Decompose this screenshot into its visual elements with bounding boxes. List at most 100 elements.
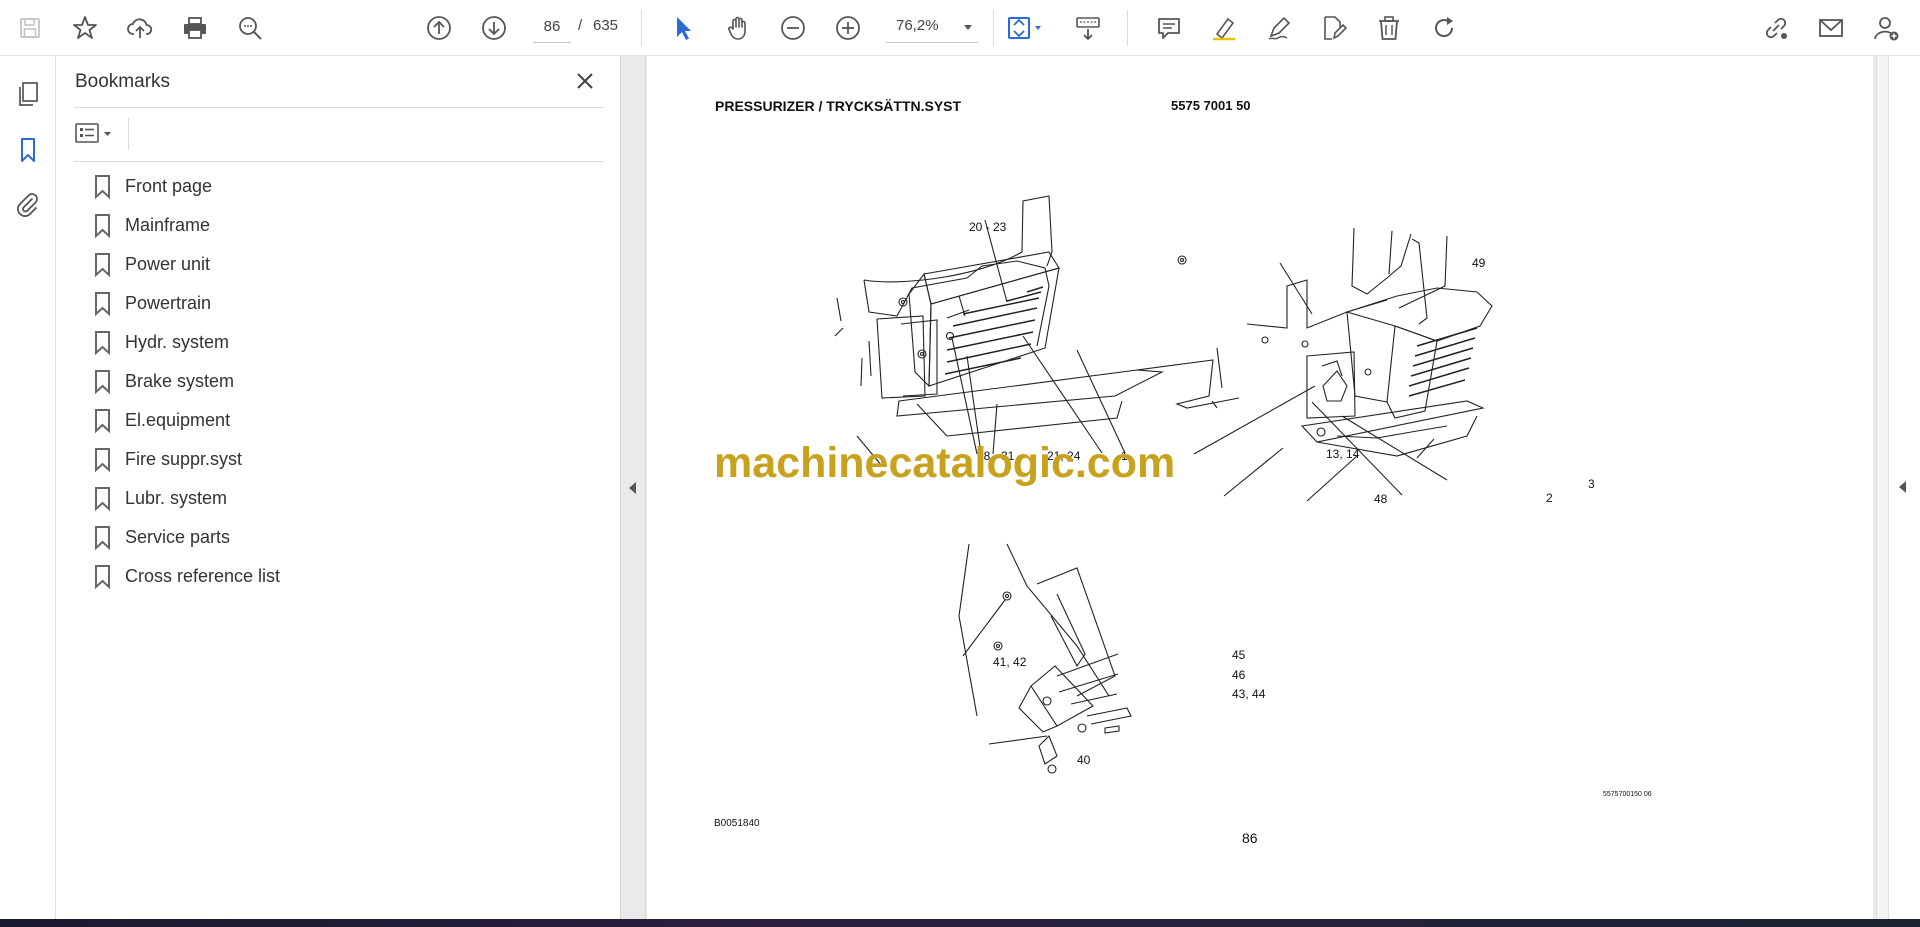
- panel-splitter[interactable]: [620, 56, 646, 919]
- callout-13-14: 13, 14: [1326, 447, 1360, 461]
- bookmark-list: Front page Mainframe Power unit Powertra…: [94, 167, 594, 596]
- left-nav-rail: [0, 56, 56, 919]
- bookmark-label: Service parts: [125, 527, 231, 547]
- page-thumbnails-icon[interactable]: [10, 76, 46, 112]
- taskbar-strip: [0, 919, 1920, 927]
- zoom-in-icon[interactable]: [829, 9, 867, 47]
- highlight-icon[interactable]: [1205, 9, 1243, 47]
- bookmark-icon: [94, 408, 112, 434]
- email-icon[interactable]: [1812, 9, 1850, 47]
- page-number: 86: [1242, 830, 1258, 846]
- image-code: 5575700150 06: [1603, 791, 1652, 798]
- top-toolbar: / 635 76,2%: [0, 0, 1920, 56]
- bookmark-label: Cross reference list: [125, 566, 281, 586]
- bookmark-item-brake-system[interactable]: Brake system: [94, 362, 594, 401]
- bookmark-label: Brake system: [125, 371, 235, 391]
- hand-tool-icon[interactable]: [719, 9, 757, 47]
- callout-48: 48: [1374, 492, 1388, 506]
- callout-45: 45: [1232, 648, 1246, 662]
- bookmark-item-service-parts[interactable]: Service parts: [94, 518, 594, 557]
- zoom-value: 76,2%: [896, 17, 939, 34]
- list-options-icon: [75, 123, 111, 143]
- bookmark-label: Powertrain: [125, 293, 212, 313]
- bookmark-icon: [94, 252, 112, 278]
- page-total: 635: [593, 17, 619, 34]
- bookmark-item-fire-suppr-syst[interactable]: Fire suppr.syst: [94, 440, 594, 479]
- bookmark-icon: [94, 330, 112, 356]
- print-icon[interactable]: [176, 9, 214, 47]
- edit-document-icon[interactable]: [1315, 9, 1353, 47]
- close-icon[interactable]: [572, 68, 598, 94]
- bookmark-item-power-unit[interactable]: Power unit: [94, 245, 594, 284]
- panel-divider: [74, 107, 604, 108]
- bookmark-label: El.equipment: [125, 410, 231, 430]
- bookmark-item-el-equipment[interactable]: El.equipment: [94, 401, 594, 440]
- pdf-page: PRESSURIZER / TRYCKSÄTTN.SYST 5575 7001 …: [647, 56, 1873, 919]
- bookmark-icon: [94, 174, 112, 200]
- bookmark-icon: [94, 447, 112, 473]
- bookmark-label: Lubr. system: [125, 488, 228, 508]
- document-viewport[interactable]: PRESSURIZER / TRYCKSÄTTN.SYST 5575 7001 …: [646, 56, 1876, 919]
- collapse-panel-icon[interactable]: [629, 482, 636, 494]
- bookmark-label: Fire suppr.syst: [125, 449, 243, 469]
- toolbar-divider: [641, 10, 642, 46]
- keyboard-scroll-icon[interactable]: [1069, 9, 1107, 47]
- callout-49: 49: [1472, 256, 1486, 270]
- save-icon[interactable]: [11, 9, 49, 47]
- bookmark-item-lubr-system[interactable]: Lubr. system: [94, 479, 594, 518]
- page-number-input[interactable]: [533, 11, 571, 43]
- callout-3: 3: [1588, 477, 1595, 491]
- bookmark-label: Power unit: [125, 254, 211, 274]
- bookmark-item-cross-reference-list[interactable]: Cross reference list: [94, 557, 594, 596]
- toolbar-divider: [993, 10, 994, 46]
- toolbar-divider: [1127, 10, 1128, 46]
- bookmark-item-hydr-system[interactable]: Hydr. system: [94, 323, 594, 362]
- cloud-upload-icon[interactable]: [121, 9, 159, 47]
- callout-41-42: 41, 42: [993, 655, 1027, 669]
- right-pane-toggle[interactable]: [1888, 56, 1920, 919]
- callout-20-23: 20 - 23: [969, 220, 1007, 234]
- rotate-icon[interactable]: [1425, 9, 1463, 47]
- fit-page-icon[interactable]: [1000, 9, 1050, 47]
- watermark: machinecatalogic.com: [714, 439, 1176, 487]
- zoom-dropdown[interactable]: 76,2%: [886, 11, 978, 43]
- bookmark-item-front-page[interactable]: Front page: [94, 167, 594, 206]
- expand-right-pane-icon[interactable]: [1899, 481, 1906, 493]
- previous-page-icon[interactable]: [420, 9, 458, 47]
- vertical-scrollbar[interactable]: [1876, 56, 1890, 919]
- draw-pen-icon[interactable]: [1260, 9, 1298, 47]
- callout-2: 2: [1546, 491, 1553, 505]
- select-cursor-icon[interactable]: [664, 9, 702, 47]
- panel-title: Bookmarks: [75, 71, 171, 92]
- bookmark-icon: [94, 486, 112, 512]
- toolbar-divider: [128, 118, 129, 150]
- bookmark-icon: [94, 213, 112, 239]
- callout-46: 46: [1232, 668, 1246, 682]
- zoom-out-icon[interactable]: [774, 9, 812, 47]
- trash-icon[interactable]: [1370, 9, 1408, 47]
- bookmark-item-powertrain[interactable]: Powertrain: [94, 284, 594, 323]
- callout-43-44: 43, 44: [1232, 687, 1266, 701]
- bookmark-options-button[interactable]: [74, 118, 118, 150]
- bookmark-icon: [94, 369, 112, 395]
- bookmark-item-mainframe[interactable]: Mainframe: [94, 206, 594, 245]
- user-account-icon[interactable]: [1867, 9, 1905, 47]
- bookmark-label: Mainframe: [125, 215, 211, 235]
- page-separator: /: [578, 17, 583, 34]
- next-page-icon[interactable]: [475, 9, 513, 47]
- bookmark-label: Hydr. system: [125, 332, 230, 352]
- share-link-icon[interactable]: [1757, 9, 1795, 47]
- bookmark-icon: [94, 525, 112, 551]
- chevron-down-icon: [964, 25, 972, 30]
- attachments-icon[interactable]: [10, 186, 46, 222]
- bookmark-icon: [94, 564, 112, 590]
- bookmarks-icon[interactable]: [10, 132, 46, 168]
- callout-40: 40: [1077, 753, 1091, 767]
- bookmark-icon: [94, 291, 112, 317]
- figure-code: B0051840: [714, 818, 760, 829]
- star-icon[interactable]: [66, 9, 104, 47]
- panel-divider: [74, 161, 604, 162]
- comment-icon[interactable]: [1150, 9, 1188, 47]
- zoom-search-icon[interactable]: [231, 9, 269, 47]
- bookmark-label: Front page: [125, 176, 213, 196]
